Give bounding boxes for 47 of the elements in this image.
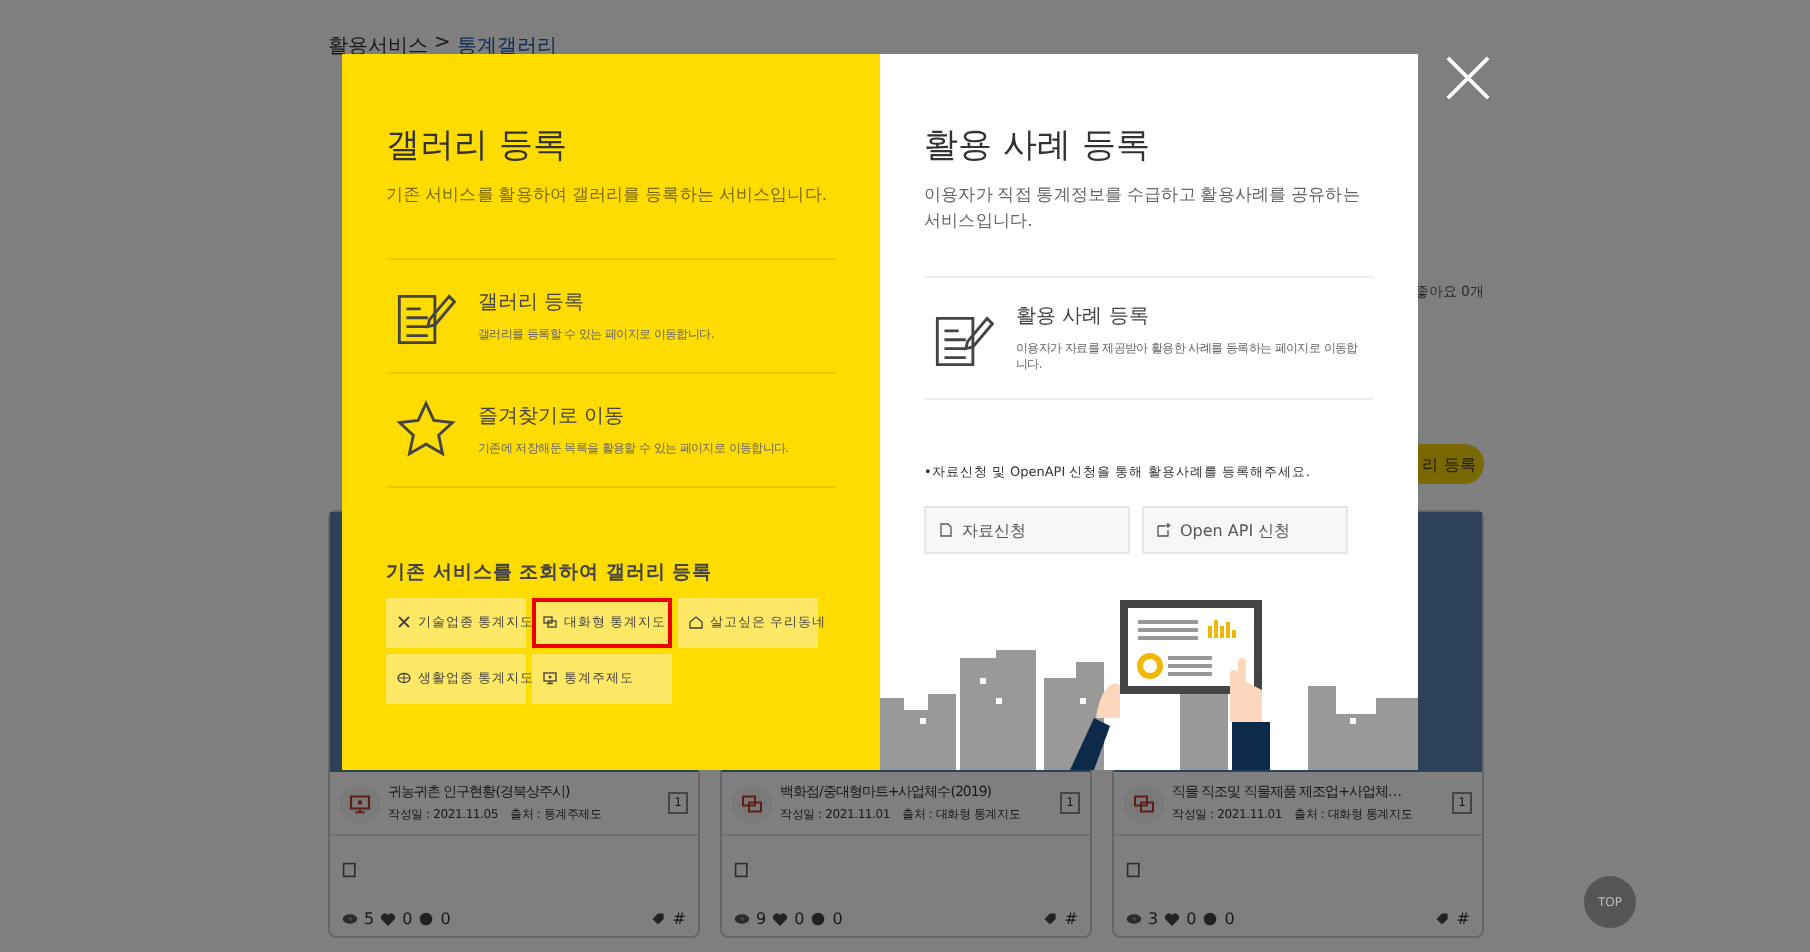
panel-title: 활용 사례 등록 — [924, 124, 1152, 168]
item-title: 활용 사례 등록 — [1016, 303, 1151, 329]
breadcrumb-item[interactable]: > — [434, 32, 451, 56]
tag-icon — [1042, 912, 1059, 926]
view-count: 9 — [756, 910, 767, 928]
request-button[interactable]: 자료신청 — [924, 506, 1130, 555]
monitor-icon — [348, 791, 372, 815]
comment-icon — [418, 912, 435, 926]
memo-icon — [734, 862, 750, 878]
comment-icon — [810, 912, 827, 926]
view-count: 3 — [1148, 910, 1159, 928]
tag-icon — [1434, 912, 1451, 926]
comment-count: 0 — [832, 910, 843, 928]
file-icon — [938, 522, 954, 539]
tag-text: # — [672, 910, 686, 928]
eye-icon — [734, 912, 750, 926]
close-button[interactable] — [1444, 56, 1492, 104]
item-title: 갤러리 등록 — [478, 289, 587, 316]
memo-icon — [342, 862, 358, 878]
heart-icon — [772, 912, 789, 926]
tag-text: # — [1064, 910, 1078, 928]
eye-icon — [1126, 912, 1142, 926]
panel-description: 기존 서비스를 활용하여 갤러리를 등록하는 서비스입니다. — [386, 184, 829, 210]
like-count: 0 — [794, 910, 805, 928]
comment-count: 0 — [1224, 910, 1235, 928]
like-count: 0 — [1186, 910, 1197, 928]
breadcrumb-item[interactable]: 활용서비스 — [328, 32, 428, 56]
globe-icon — [396, 670, 412, 687]
heart-icon — [380, 912, 397, 926]
comment-count: 0 — [440, 910, 451, 928]
star-icon — [394, 397, 458, 462]
panel-title: 갤러리 등록 — [386, 124, 569, 168]
heart-icon — [1164, 912, 1181, 926]
eye-icon — [342, 912, 358, 926]
memo-icon — [1126, 862, 1142, 878]
tag-icon — [650, 912, 667, 926]
item-title: 즐겨찾기로 이동 — [478, 403, 627, 430]
request-button[interactable]: Open API 신청 — [1142, 506, 1348, 555]
section-title: 기존 서비스를 조회하여 갤러리 등록 — [386, 559, 715, 586]
monitor-icon — [542, 670, 558, 687]
house-icon — [688, 614, 704, 631]
panel-description: 이용자가 직접 통계정보를 수급하고 활용사례를 공유하는 서비스입니다. — [924, 184, 1362, 235]
tag-text: # — [1456, 910, 1470, 928]
edit-icon — [1156, 522, 1172, 539]
comment-icon — [1202, 912, 1219, 926]
view-count: 5 — [364, 910, 375, 928]
like-count: 0 — [402, 910, 413, 928]
